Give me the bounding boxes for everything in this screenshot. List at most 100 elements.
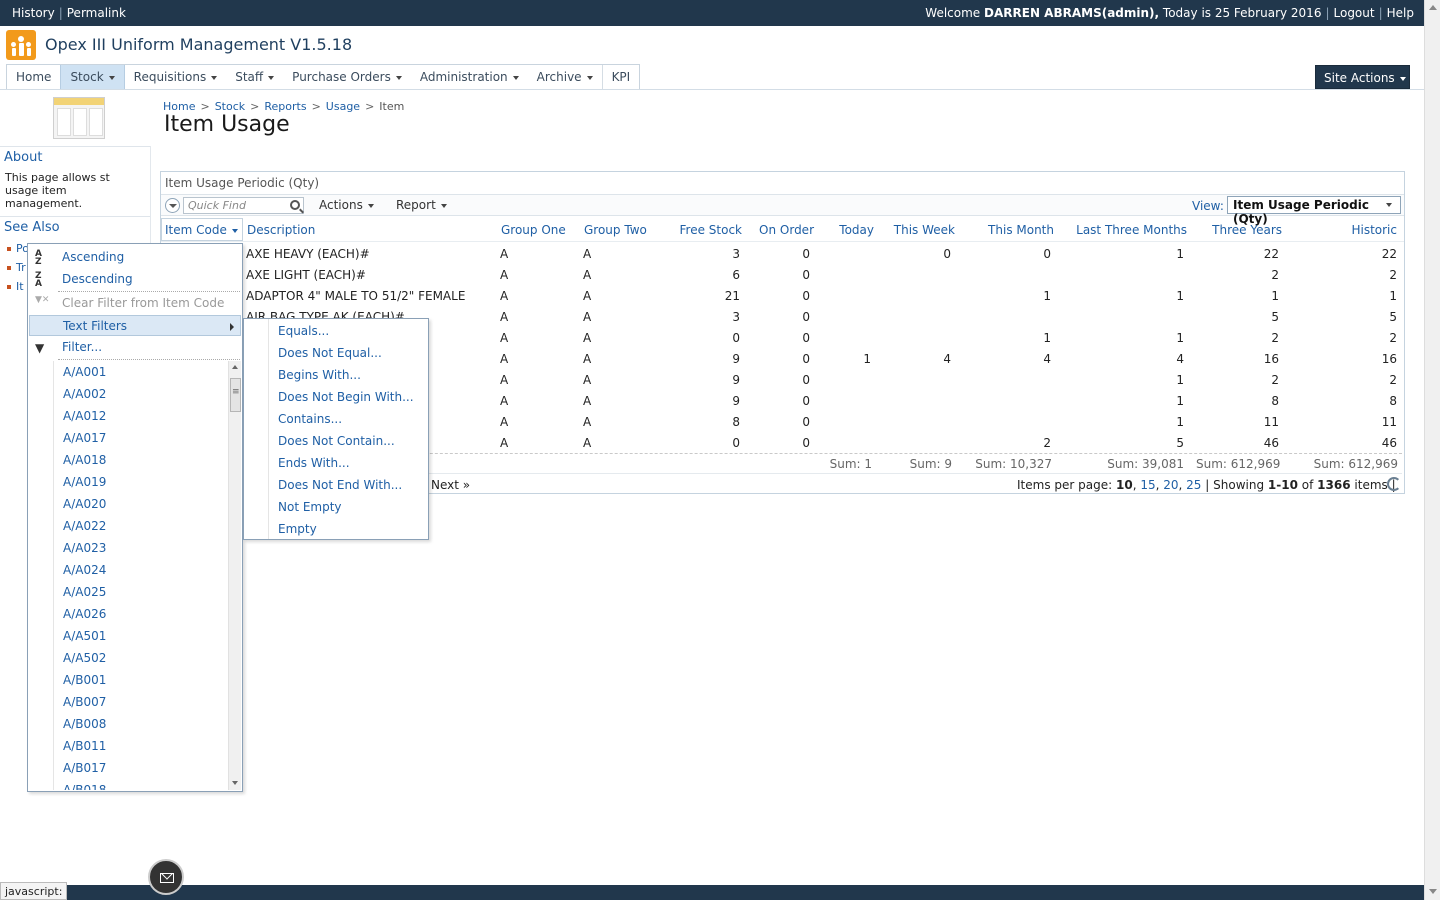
cell-description: ADAPTOR 4" MALE TO 51/2" FEMALE	[246, 289, 466, 303]
col-this-week[interactable]: This Week	[881, 223, 955, 237]
collapse-toggle-icon[interactable]	[165, 198, 180, 213]
col-this-month[interactable]: This Month	[966, 223, 1054, 237]
text-filter-option[interactable]: Equals...	[278, 324, 329, 338]
sort-ascending-item[interactable]: A Z Ascending	[29, 247, 241, 268]
scroll-up-icon[interactable]	[232, 365, 238, 369]
col-description[interactable]: Description	[247, 223, 315, 237]
col-historic[interactable]: Historic	[1301, 223, 1397, 237]
cell-this-week: 0	[943, 247, 951, 261]
sort-descending-item[interactable]: Z A Descending	[29, 269, 241, 290]
nav-requisitions[interactable]: Requisitions	[125, 65, 227, 89]
filter-value-item[interactable]: A/A025	[54, 581, 228, 603]
col-item-code[interactable]: Item Code	[165, 223, 238, 237]
filter-list-scrollbar[interactable]	[228, 361, 241, 790]
col-group-one[interactable]: Group One	[501, 223, 566, 237]
top-right-links: Welcome DARREN ABRAMS(admin), Today is 2…	[925, 6, 1414, 20]
filter-value-item[interactable]: A/B001	[54, 669, 228, 691]
page-size-20[interactable]: 20	[1163, 478, 1178, 492]
see-also-link[interactable]: Po	[7, 242, 29, 255]
clear-filter-item[interactable]: ▼✕ Clear Filter from Item Code	[29, 293, 241, 314]
text-filters-item[interactable]: Text Filters	[29, 315, 241, 336]
filter-value-item[interactable]: A/B017	[54, 757, 228, 779]
text-filter-option[interactable]: Empty	[278, 522, 317, 536]
text-filter-option[interactable]: Does Not Begin With...	[278, 390, 414, 404]
webpart-title: Item Usage Periodic (Qty)	[165, 176, 320, 190]
nav-home[interactable]: Home	[7, 65, 60, 89]
col-three-years[interactable]: Three Years	[1196, 223, 1282, 237]
see-also-link[interactable]: It	[7, 280, 24, 293]
col-on-order[interactable]: On Order	[746, 223, 814, 237]
nav-administration[interactable]: Administration	[411, 65, 528, 89]
report-menu[interactable]: Report	[396, 198, 447, 212]
text-filter-option[interactable]: Contains...	[278, 412, 342, 426]
cell-free-stock: 6	[732, 268, 740, 282]
filter-item[interactable]: ▼ Filter...	[29, 337, 241, 358]
nav-archive[interactable]: Archive	[528, 65, 602, 89]
scroll-thumb[interactable]	[230, 378, 241, 412]
filter-value-item[interactable]: A/A018	[54, 449, 228, 471]
cell-on-order: 0	[802, 289, 810, 303]
filter-value-item[interactable]: A/A019	[54, 471, 228, 493]
quick-find-input[interactable]: Quick Find	[183, 197, 304, 214]
page-scrollbar[interactable]	[1424, 0, 1440, 900]
logout-link[interactable]: Logout	[1334, 6, 1375, 20]
scroll-down-icon[interactable]	[1429, 889, 1437, 894]
site-actions-button[interactable]: Site Actions	[1315, 65, 1410, 89]
filter-value-item[interactable]: A/A024	[54, 559, 228, 581]
cell-this-month: 2	[1043, 436, 1051, 450]
col-last-three-months[interactable]: Last Three Months	[1061, 223, 1187, 237]
sort-descending-icon: ZA	[35, 271, 42, 289]
actions-menu[interactable]: Actions	[319, 198, 374, 212]
chevron-right-icon	[230, 323, 234, 331]
cell-group-two: A	[583, 289, 592, 303]
refresh-icon[interactable]	[1387, 477, 1401, 491]
text-filter-option[interactable]: Ends With...	[278, 456, 350, 470]
col-group-two[interactable]: Group Two	[584, 223, 647, 237]
col-today[interactable]: Today	[821, 223, 874, 237]
filter-value-item[interactable]: A/A001	[54, 361, 228, 383]
view-select[interactable]: Item Usage Periodic (Qty)	[1227, 196, 1401, 226]
scroll-down-icon[interactable]	[232, 781, 238, 785]
filter-value-item[interactable]: A/A501	[54, 625, 228, 647]
text-filter-option[interactable]: Does Not Equal...	[278, 346, 382, 360]
permalink-link[interactable]: Permalink	[67, 6, 126, 20]
cell-three-years: 22	[1263, 247, 1279, 261]
nav-stock[interactable]: Stock	[60, 65, 125, 89]
history-link[interactable]: History	[12, 6, 55, 20]
filter-value-item[interactable]: A/B008	[54, 713, 228, 735]
filter-value-item[interactable]: A/B011	[54, 735, 228, 757]
see-also-link[interactable]: Tr	[7, 261, 26, 274]
filter-value-item[interactable]: A/A502	[54, 647, 228, 669]
filter-value-item[interactable]: A/A002	[54, 383, 228, 405]
help-link[interactable]: Help	[1387, 6, 1414, 20]
filter-value-item[interactable]: A/A022	[54, 515, 228, 537]
text-filter-option[interactable]: Does Not End With...	[278, 478, 402, 492]
filter-value-item[interactable]: A/A012	[54, 405, 228, 427]
mail-button[interactable]	[148, 859, 184, 895]
page-size-10[interactable]: 10	[1116, 478, 1133, 492]
page-size-25[interactable]: 25	[1186, 478, 1201, 492]
filter-value-item[interactable]: A/A023	[54, 537, 228, 559]
filter-value-item[interactable]: A/A026	[54, 603, 228, 625]
search-icon[interactable]	[290, 200, 300, 210]
nav-kpi[interactable]: KPI	[601, 65, 640, 89]
status-tooltip: javascript:	[0, 882, 68, 900]
cell-group-two: A	[583, 310, 592, 324]
text-filter-option[interactable]: Does Not Contain...	[278, 434, 395, 448]
about-heading: About	[4, 150, 43, 165]
filter-value-item[interactable]: A/B007	[54, 691, 228, 713]
nav-staff[interactable]: Staff	[226, 65, 283, 89]
filter-value-item[interactable]: A/B018	[54, 779, 228, 790]
page-size-15[interactable]: 15	[1140, 478, 1155, 492]
text-filter-option[interactable]: Not Empty	[278, 500, 342, 514]
text-filter-option[interactable]: Begins With...	[278, 368, 361, 382]
cell-on-order: 0	[802, 331, 810, 345]
cell-historic: 1	[1389, 289, 1397, 303]
next-page-link[interactable]: Next »	[431, 478, 470, 492]
breadcrumb-usage[interactable]: Usage	[326, 100, 360, 113]
nav-purchase-orders[interactable]: Purchase Orders	[283, 65, 411, 89]
filter-value-item[interactable]: A/A017	[54, 427, 228, 449]
filter-value-item[interactable]: A/A020	[54, 493, 228, 515]
col-free-stock[interactable]: Free Stock	[662, 223, 743, 237]
scroll-up-icon[interactable]	[1429, 5, 1437, 10]
